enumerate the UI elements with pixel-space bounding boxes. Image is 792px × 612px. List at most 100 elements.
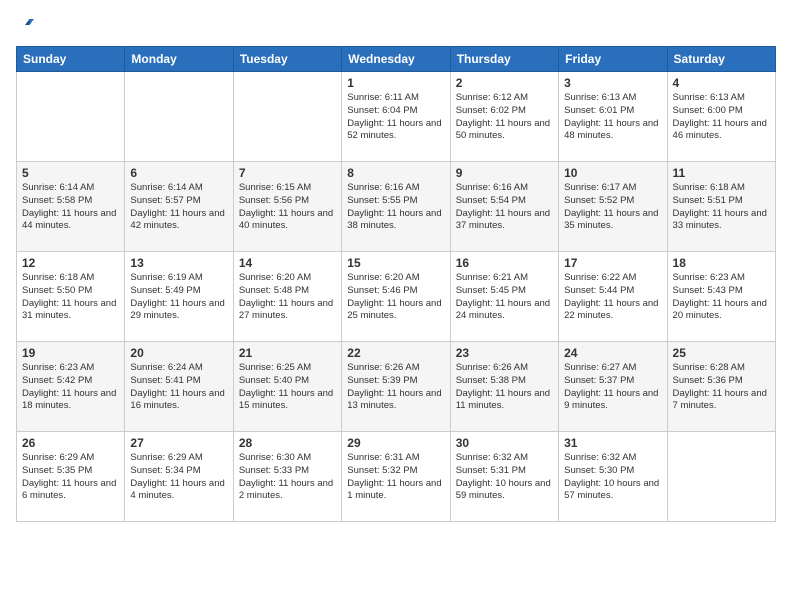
day-info: Sunrise: 6:27 AM Sunset: 5:37 PM Dayligh… — [564, 362, 661, 413]
weekday-header-thursday: Thursday — [450, 47, 558, 72]
calendar-cell: 21 Sunrise: 6:25 AM Sunset: 5:40 PM Dayli… — [233, 342, 341, 432]
day-number: 22 — [347, 346, 444, 360]
calendar-cell: 18Sunrise: 6:23 AM Sunset: 5:43 PM Dayli… — [667, 252, 775, 342]
weekday-header-monday: Monday — [125, 47, 233, 72]
calendar-cell: 4 Sunrise: 6:13 AM Sunset: 6:00 PM Daylig… — [667, 72, 775, 162]
day-info: Sunrise: 6:19 AM Sunset: 5:49 PM Dayligh… — [130, 272, 227, 323]
calendar-cell: 1Sunrise: 6:11 AM Sunset: 6:04 PM Daylig… — [342, 72, 450, 162]
day-number: 10 — [564, 166, 661, 180]
day-number: 31 — [564, 436, 661, 450]
calendar-cell: 19 Sunrise: 6:23 AM Sunset: 5:42 PM Dayli… — [17, 342, 125, 432]
day-info: Sunrise: 6:29 AM Sunset: 5:35 PM Dayligh… — [22, 452, 119, 503]
day-number: 17 — [564, 256, 661, 270]
day-number: 5 — [22, 166, 119, 180]
calendar-cell: 3 Sunrise: 6:13 AM Sunset: 6:01 PM Daylig… — [559, 72, 667, 162]
day-info: Sunrise: 6:14 AM Sunset: 5:57 PM Dayligh… — [130, 182, 227, 233]
day-info: Sunrise: 6:13 AM Sunset: 6:01 PM Dayligh… — [564, 92, 661, 143]
calendar-cell: 2 Sunrise: 6:12 AM Sunset: 6:02 PM Daylig… — [450, 72, 558, 162]
day-number: 2 — [456, 76, 553, 90]
calendar-cell: 22 Sunrise: 6:26 AM Sunset: 5:39 PM Dayli… — [342, 342, 450, 432]
weekday-header-wednesday: Wednesday — [342, 47, 450, 72]
calendar-week-1: 1Sunrise: 6:11 AM Sunset: 6:04 PM Daylig… — [17, 72, 776, 162]
calendar-cell: 5 Sunrise: 6:14 AM Sunset: 5:58 PM Daylig… — [17, 162, 125, 252]
weekday-header-tuesday: Tuesday — [233, 47, 341, 72]
calendar-cell: 11 Sunrise: 6:18 AM Sunset: 5:51 PM Dayli… — [667, 162, 775, 252]
weekday-header-row: SundayMondayTuesdayWednesdayThursdayFrid… — [17, 47, 776, 72]
weekday-header-sunday: Sunday — [17, 47, 125, 72]
calendar-cell: 29 Sunrise: 6:31 AM Sunset: 5:32 PM Dayli… — [342, 432, 450, 522]
day-info: Sunrise: 6:21 AM Sunset: 5:45 PM Dayligh… — [456, 272, 553, 323]
calendar-cell: 24 Sunrise: 6:27 AM Sunset: 5:37 PM Dayli… — [559, 342, 667, 432]
day-info: Sunrise: 6:32 AM Sunset: 5:31 PM Dayligh… — [456, 452, 553, 503]
day-info: Sunrise: 6:12 AM Sunset: 6:02 PM Dayligh… — [456, 92, 553, 143]
logo-icon — [16, 16, 34, 34]
calendar-cell: 27Sunrise: 6:29 AM Sunset: 5:34 PM Dayli… — [125, 432, 233, 522]
day-info: Sunrise: 6:18 AM Sunset: 5:51 PM Dayligh… — [673, 182, 770, 233]
day-info: Sunrise: 6:20 AM Sunset: 5:48 PM Dayligh… — [239, 272, 336, 323]
page-header — [16, 16, 776, 34]
day-number: 24 — [564, 346, 661, 360]
day-info: Sunrise: 6:26 AM Sunset: 5:38 PM Dayligh… — [456, 362, 553, 413]
calendar-body: 1Sunrise: 6:11 AM Sunset: 6:04 PM Daylig… — [17, 72, 776, 522]
calendar-header: SundayMondayTuesdayWednesdayThursdayFrid… — [17, 47, 776, 72]
calendar-cell: 20 Sunrise: 6:24 AM Sunset: 5:41 PM Dayli… — [125, 342, 233, 432]
day-number: 8 — [347, 166, 444, 180]
calendar-cell — [125, 72, 233, 162]
day-info: Sunrise: 6:14 AM Sunset: 5:58 PM Dayligh… — [22, 182, 119, 233]
weekday-header-saturday: Saturday — [667, 47, 775, 72]
day-info: Sunrise: 6:20 AM Sunset: 5:46 PM Dayligh… — [347, 272, 444, 323]
day-number: 20 — [130, 346, 227, 360]
calendar-cell: 7Sunrise: 6:15 AM Sunset: 5:56 PM Daylig… — [233, 162, 341, 252]
logo — [16, 16, 38, 34]
day-number: 26 — [22, 436, 119, 450]
day-number: 13 — [130, 256, 227, 270]
day-number: 18 — [673, 256, 770, 270]
day-number: 29 — [347, 436, 444, 450]
day-number: 30 — [456, 436, 553, 450]
day-number: 11 — [673, 166, 770, 180]
day-number: 19 — [22, 346, 119, 360]
calendar-cell: 28Sunrise: 6:30 AM Sunset: 5:33 PM Dayli… — [233, 432, 341, 522]
day-info: Sunrise: 6:17 AM Sunset: 5:52 PM Dayligh… — [564, 182, 661, 233]
calendar-cell: 25Sunrise: 6:28 AM Sunset: 5:36 PM Dayli… — [667, 342, 775, 432]
calendar-week-2: 5 Sunrise: 6:14 AM Sunset: 5:58 PM Daylig… — [17, 162, 776, 252]
day-number: 16 — [456, 256, 553, 270]
day-info: Sunrise: 6:32 AM Sunset: 5:30 PM Dayligh… — [564, 452, 661, 503]
day-number: 7 — [239, 166, 336, 180]
day-info: Sunrise: 6:28 AM Sunset: 5:36 PM Dayligh… — [673, 362, 770, 413]
calendar-week-5: 26 Sunrise: 6:29 AM Sunset: 5:35 PM Dayli… — [17, 432, 776, 522]
day-info: Sunrise: 6:18 AM Sunset: 5:50 PM Dayligh… — [22, 272, 119, 323]
day-info: Sunrise: 6:22 AM Sunset: 5:44 PM Dayligh… — [564, 272, 661, 323]
calendar-cell: 12 Sunrise: 6:18 AM Sunset: 5:50 PM Dayli… — [17, 252, 125, 342]
calendar-cell — [17, 72, 125, 162]
day-info: Sunrise: 6:26 AM Sunset: 5:39 PM Dayligh… — [347, 362, 444, 413]
calendar-cell — [667, 432, 775, 522]
calendar-cell: 14 Sunrise: 6:20 AM Sunset: 5:48 PM Dayli… — [233, 252, 341, 342]
day-number: 9 — [456, 166, 553, 180]
day-info: Sunrise: 6:13 AM Sunset: 6:00 PM Dayligh… — [673, 92, 770, 143]
day-number: 23 — [456, 346, 553, 360]
calendar-cell: 17 Sunrise: 6:22 AM Sunset: 5:44 PM Dayli… — [559, 252, 667, 342]
day-number: 14 — [239, 256, 336, 270]
calendar-week-4: 19 Sunrise: 6:23 AM Sunset: 5:42 PM Dayli… — [17, 342, 776, 432]
calendar-cell — [233, 72, 341, 162]
calendar-cell: 6 Sunrise: 6:14 AM Sunset: 5:57 PM Daylig… — [125, 162, 233, 252]
day-number: 6 — [130, 166, 227, 180]
weekday-header-friday: Friday — [559, 47, 667, 72]
day-number: 4 — [673, 76, 770, 90]
day-number: 27 — [130, 436, 227, 450]
calendar-cell: 8Sunrise: 6:16 AM Sunset: 5:55 PM Daylig… — [342, 162, 450, 252]
calendar-table: SundayMondayTuesdayWednesdayThursdayFrid… — [16, 46, 776, 522]
day-info: Sunrise: 6:24 AM Sunset: 5:41 PM Dayligh… — [130, 362, 227, 413]
day-number: 21 — [239, 346, 336, 360]
calendar-cell: 26 Sunrise: 6:29 AM Sunset: 5:35 PM Dayli… — [17, 432, 125, 522]
day-number: 12 — [22, 256, 119, 270]
calendar-cell: 30 Sunrise: 6:32 AM Sunset: 5:31 PM Dayli… — [450, 432, 558, 522]
day-info: Sunrise: 6:23 AM Sunset: 5:42 PM Dayligh… — [22, 362, 119, 413]
day-info: Sunrise: 6:25 AM Sunset: 5:40 PM Dayligh… — [239, 362, 336, 413]
calendar-cell: 13 Sunrise: 6:19 AM Sunset: 5:49 PM Dayli… — [125, 252, 233, 342]
calendar-cell: 16 Sunrise: 6:21 AM Sunset: 5:45 PM Dayli… — [450, 252, 558, 342]
calendar-cell: 23 Sunrise: 6:26 AM Sunset: 5:38 PM Dayli… — [450, 342, 558, 432]
day-info: Sunrise: 6:31 AM Sunset: 5:32 PM Dayligh… — [347, 452, 444, 503]
day-number: 3 — [564, 76, 661, 90]
